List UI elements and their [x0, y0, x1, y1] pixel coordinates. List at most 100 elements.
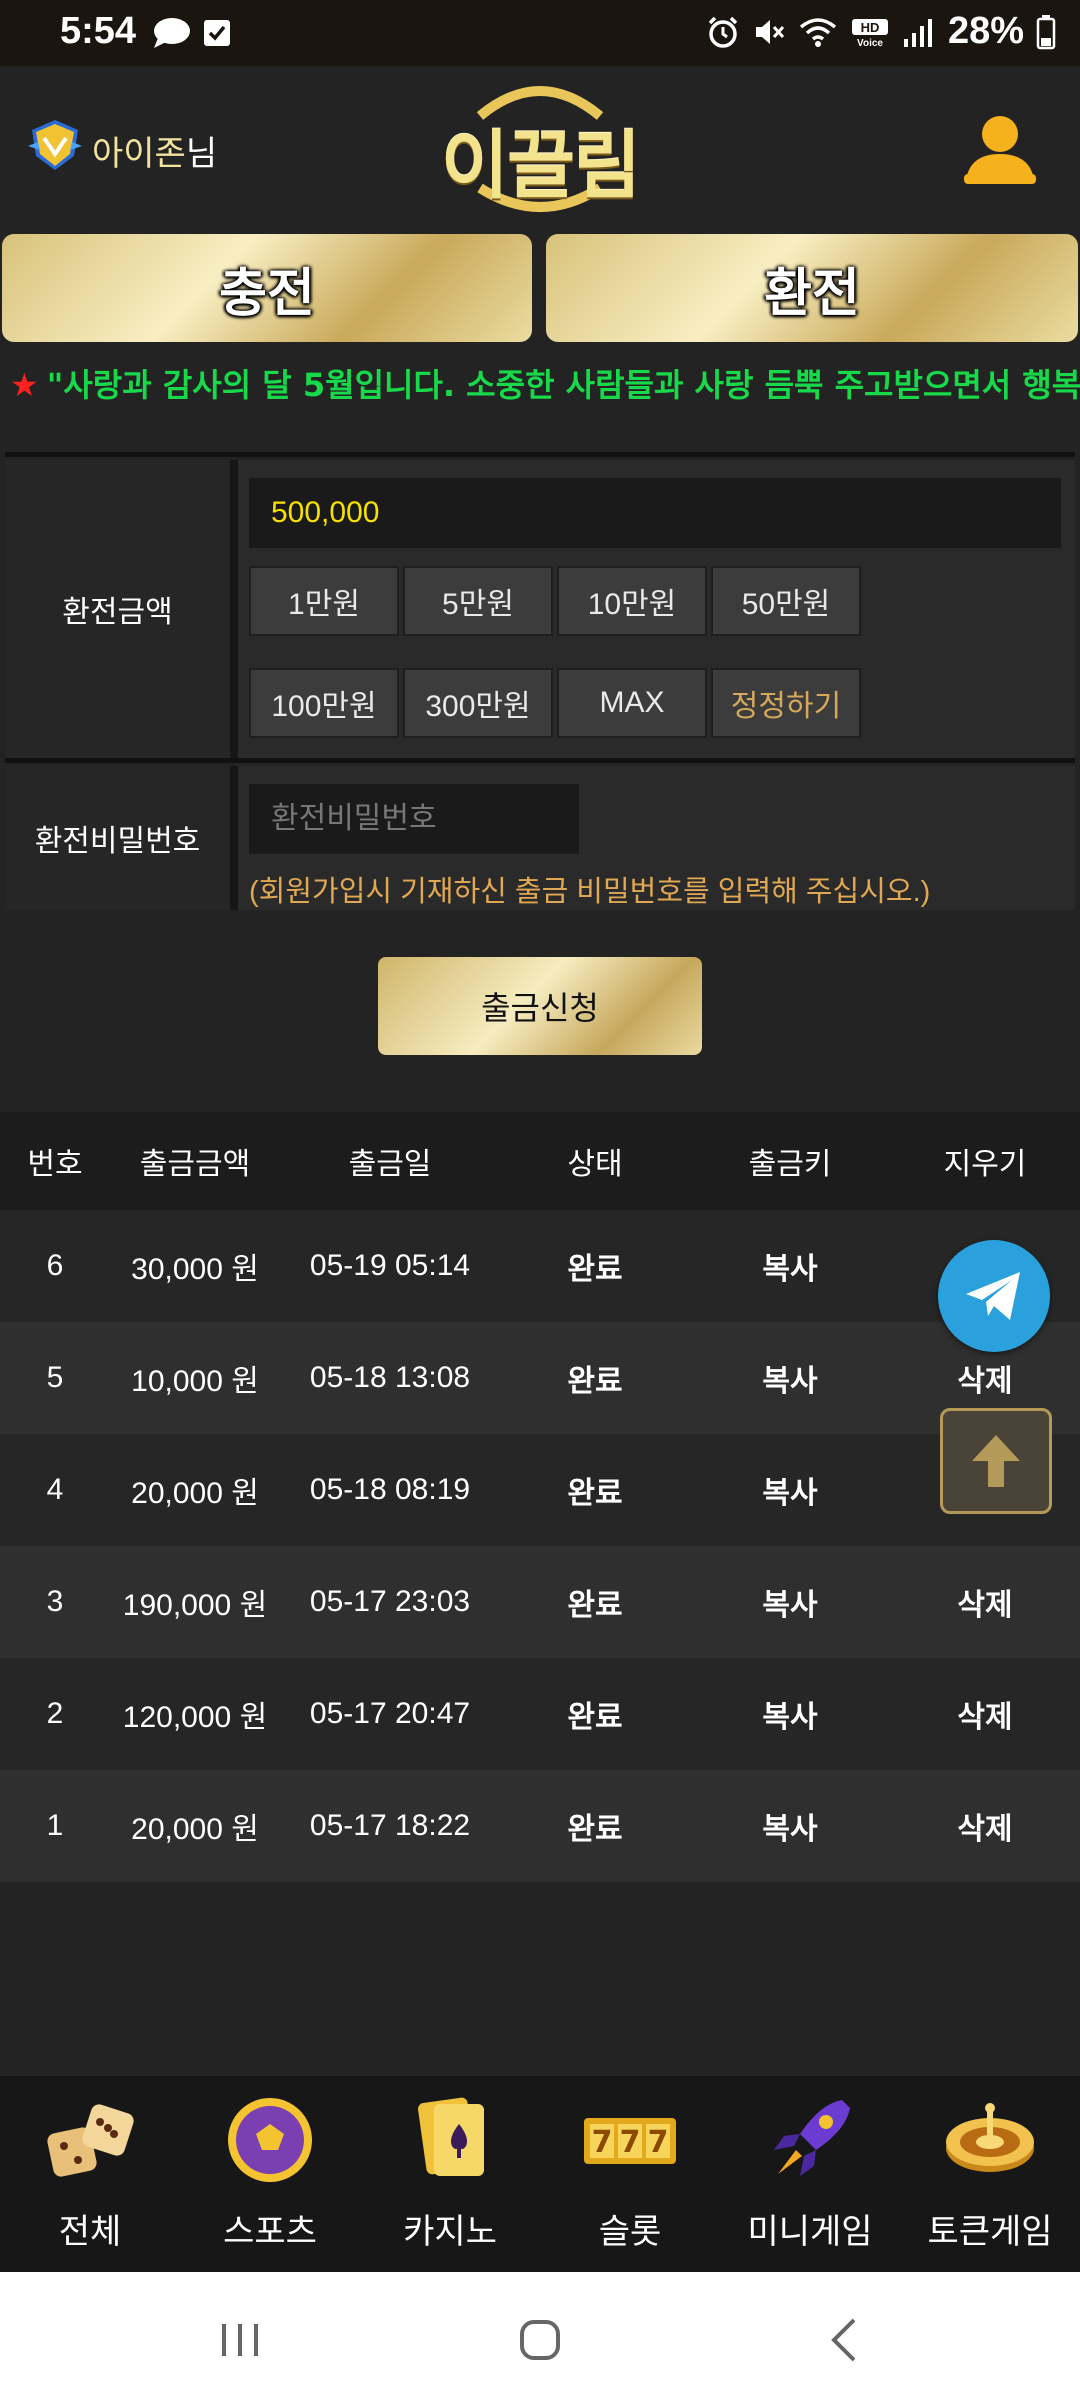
divider — [230, 766, 238, 910]
password-input[interactable] — [249, 784, 579, 854]
chip-500k[interactable]: 50만원 — [711, 566, 861, 636]
header-status: 상태 — [567, 1148, 623, 1181]
nav-casino[interactable]: 카지노 — [360, 2076, 540, 2272]
nav-sports[interactable]: 스포츠 — [180, 2076, 360, 2272]
star-icon: ★ — [10, 366, 39, 404]
delete-button[interactable]: 삭제 — [890, 1658, 1080, 1770]
brand-logo[interactable]: 이끌림 — [430, 76, 650, 216]
svg-text:7: 7 — [592, 2125, 613, 2160]
nav-label: 토큰게임 — [927, 2213, 1053, 2251]
tab-charge[interactable]: 충전 — [2, 234, 532, 342]
amount-label: 환전금액 — [5, 460, 230, 758]
row-status: 완료 — [567, 1589, 623, 1622]
header-key: 출금키 — [748, 1148, 832, 1181]
nav-label: 전체 — [58, 2213, 122, 2251]
chip-1m[interactable]: 100만원 — [249, 668, 399, 738]
battery-icon — [1036, 14, 1056, 49]
chip-50k[interactable]: 5만원 — [403, 566, 553, 636]
table-row: 1 20,000 원 05-17 18:22 완료 복사 삭제 — [0, 1770, 1080, 1882]
wifi-icon — [799, 17, 837, 47]
nav-label: 슬롯 — [598, 2213, 662, 2251]
header-delete: 지우기 — [943, 1148, 1027, 1181]
header-amount: 출금금액 — [139, 1148, 251, 1181]
copy-key-button[interactable]: 복사 — [690, 1210, 890, 1322]
password-row: 환전비밀번호 (회원가입시 기재하신 출금 비밀번호를 입력해 주십시오.) — [5, 758, 1075, 910]
row-date: 05-17 18:22 — [309, 1809, 471, 1842]
svg-text:HD: HD — [861, 20, 880, 35]
copy-key-button[interactable]: 복사 — [690, 1770, 890, 1882]
row-amount: 20,000 원 — [131, 1813, 259, 1846]
arrow-up-icon — [972, 1435, 1020, 1487]
divider — [230, 460, 238, 758]
chip-3m[interactable]: 300만원 — [403, 668, 553, 738]
copy-key-button[interactable]: 복사 — [690, 1658, 890, 1770]
soccer-ball-icon — [228, 2098, 312, 2182]
status-right-icons: HD Voice 28% — [706, 10, 1056, 53]
svg-text:7: 7 — [648, 2125, 669, 2160]
svg-text:7: 7 — [620, 2125, 641, 2160]
user-rank-badge-icon — [28, 120, 82, 170]
table-row: 6 30,000 원 05-19 05:14 완료 복사 — [0, 1210, 1080, 1322]
row-no: 4 — [46, 1473, 64, 1506]
mute-icon — [755, 19, 785, 44]
delete-button[interactable]: 삭제 — [890, 1546, 1080, 1658]
slot-777-icon: 7 7 7 — [584, 2118, 676, 2164]
row-no: 5 — [46, 1361, 64, 1394]
nav-minigame[interactable]: 미니게임 — [720, 2076, 900, 2272]
nav-slot[interactable]: 7 7 7 슬롯 — [540, 2076, 720, 2272]
copy-key-button[interactable]: 복사 — [690, 1434, 890, 1546]
row-amount: 20,000 원 — [131, 1477, 259, 1510]
delete-button[interactable]: 삭제 — [890, 1770, 1080, 1882]
row-amount: 120,000 원 — [122, 1701, 268, 1734]
row-amount: 190,000 원 — [122, 1589, 268, 1622]
amount-input[interactable] — [249, 478, 1061, 548]
bottom-nav: 전체 스포츠 카지노 7 7 7 슬롯 미니게임 토큰게임 — [0, 2076, 1080, 2272]
chip-10k[interactable]: 1만원 — [249, 566, 399, 636]
profile-icon[interactable] — [962, 110, 1038, 190]
nav-token-game[interactable]: 토큰게임 — [900, 2076, 1080, 2272]
row-date: 05-18 13:08 — [309, 1361, 471, 1394]
nav-label: 미니게임 — [747, 2213, 873, 2251]
recent-apps-button[interactable] — [200, 2308, 280, 2372]
rocket-icon — [774, 2100, 850, 2176]
nav-all[interactable]: 전체 — [0, 2076, 180, 2272]
row-date: 05-17 20:47 — [309, 1697, 471, 1730]
copy-key-button[interactable]: 복사 — [690, 1546, 890, 1658]
table-row: 5 10,000 원 05-18 13:08 완료 복사 삭제 — [0, 1322, 1080, 1434]
header-date: 출금일 — [348, 1148, 432, 1181]
chat-bubble-icon — [154, 18, 190, 48]
user-name: 아이존님 — [92, 135, 218, 173]
withdraw-request-button[interactable]: 출금신청 — [378, 957, 702, 1055]
back-icon — [831, 2318, 856, 2362]
row-no: 6 — [46, 1249, 64, 1282]
nav-label: 카지노 — [403, 2213, 497, 2251]
chip-100k[interactable]: 10만원 — [557, 566, 707, 636]
battery-percent: 28% — [947, 10, 1024, 52]
password-label: 환전비밀번호 — [5, 766, 230, 910]
row-date: 05-18 08:19 — [309, 1473, 471, 1506]
password-note: (회원가입시 기재하신 출금 비밀번호를 입력해 주십시오.) — [249, 876, 931, 908]
home-button[interactable] — [500, 2308, 580, 2372]
back-button[interactable] — [804, 2308, 884, 2372]
recent-apps-icon — [222, 2324, 258, 2356]
row-no: 3 — [46, 1585, 64, 1618]
row-status: 완료 — [567, 1365, 623, 1398]
chip-max[interactable]: MAX — [557, 668, 707, 738]
table-row: 2 120,000 원 05-17 20:47 완료 복사 삭제 — [0, 1658, 1080, 1770]
nav-label: 스포츠 — [223, 2213, 317, 2251]
row-status: 완료 — [567, 1701, 623, 1734]
telegram-button[interactable] — [938, 1240, 1050, 1352]
status-time: 5:54 — [60, 10, 137, 52]
chip-reset[interactable]: 정정하기 — [711, 668, 861, 738]
row-date: 05-17 23:03 — [309, 1585, 471, 1618]
signal-icon — [903, 18, 932, 47]
status-bar: 5:54 HD Voice 28% — [0, 0, 1080, 66]
notice-marquee: ★ "사랑과 감사의 달 5월입니다. 소중한 사람들과 사랑 듬뿍 주고받으면서… — [0, 360, 1080, 412]
row-status: 완료 — [567, 1813, 623, 1846]
copy-key-button[interactable]: 복사 — [690, 1322, 890, 1434]
row-status: 완료 — [567, 1477, 623, 1510]
tab-exchange[interactable]: 환전 — [546, 234, 1078, 342]
row-date: 05-19 05:14 — [309, 1249, 471, 1282]
scroll-to-top-button[interactable] — [940, 1408, 1052, 1514]
row-no: 2 — [46, 1697, 64, 1730]
